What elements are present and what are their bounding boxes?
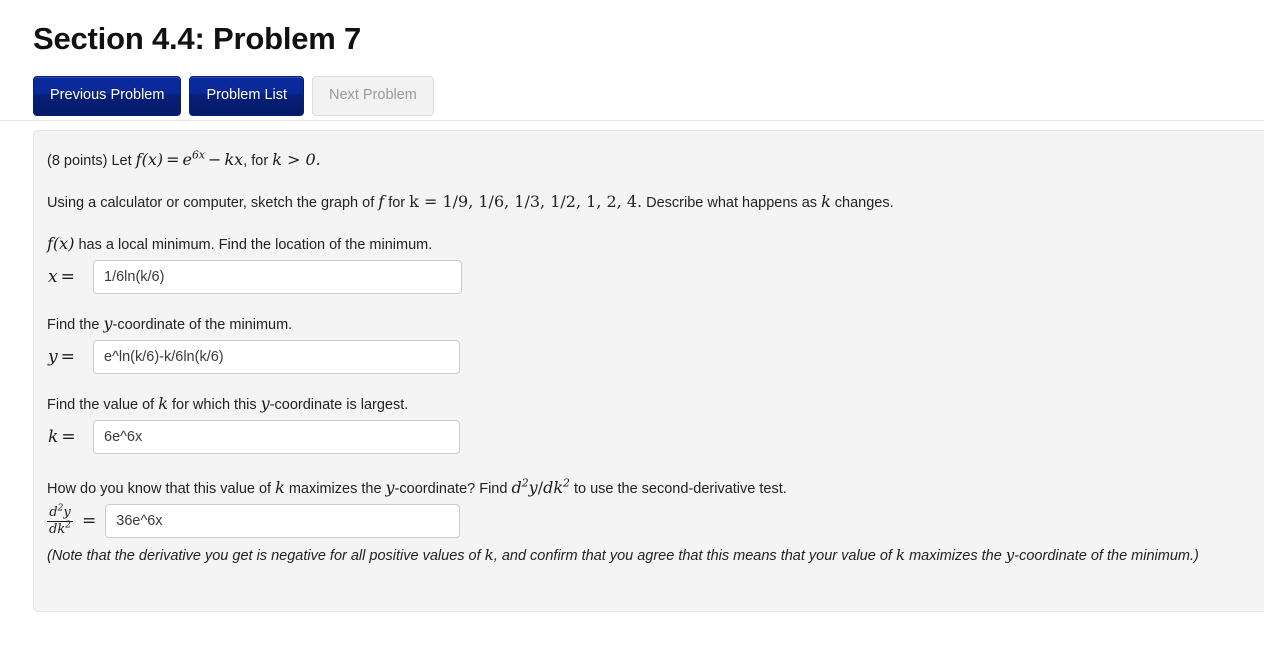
fraction-denominator: dk2 bbox=[47, 520, 73, 537]
answer-row-y: y = bbox=[47, 340, 1244, 375]
question-2-text: Find the y-coordinate of the minimum. bbox=[47, 312, 1244, 336]
q3-text-mid: for which this bbox=[171, 397, 257, 414]
q4-text-before: How do you know that this value of bbox=[47, 481, 272, 498]
note-y-symbol: y bbox=[1005, 546, 1015, 565]
q4-text-mid2: -coordinate? Find bbox=[394, 481, 508, 498]
question-3-text: Find the value of k for which this y-coo… bbox=[47, 392, 1244, 416]
problem-panel: (8 points) Let f(x) = e6x − kx, for k > 0. U… bbox=[33, 130, 1264, 613]
sketch-changes: changes. bbox=[834, 195, 894, 212]
question-4-text: How do you know that this value of k max… bbox=[47, 476, 1244, 500]
k-answer-input[interactable] bbox=[93, 420, 460, 455]
q1-function: f(x) bbox=[47, 234, 75, 254]
hint-note: (Note that the derivative you get is neg… bbox=[47, 544, 1242, 568]
second-derivative-equals: = bbox=[82, 511, 97, 532]
next-problem-button: Next Problem bbox=[312, 76, 434, 116]
sketch-k-values: k = 1/9, 1/6, 1/3, 1/2, 1, 2, 4. bbox=[409, 192, 643, 212]
fraction-numerator: d2y bbox=[49, 503, 71, 521]
answer-row-x: x = bbox=[47, 260, 1244, 295]
k-answer-label: k = bbox=[48, 427, 76, 448]
answer-row-k: k = bbox=[47, 420, 1244, 455]
x-answer-input[interactable] bbox=[93, 260, 462, 295]
problem-list-button[interactable]: Problem List bbox=[189, 76, 305, 116]
problem-navigation-bar: Previous Problem Problem List Next Probl… bbox=[0, 57, 1264, 120]
k-condition: k > 0. bbox=[272, 150, 321, 170]
q1-label: has a local minimum. Find the location o… bbox=[78, 237, 433, 254]
for-text: , for bbox=[243, 153, 269, 170]
previous-problem-button[interactable]: Previous Problem bbox=[33, 76, 182, 116]
q3-text-after: -coordinate is largest. bbox=[269, 397, 409, 414]
q3-y-symbol: y bbox=[260, 394, 270, 414]
points-prefix: (8 points) Let bbox=[47, 153, 132, 170]
sketch-text-before: Using a calculator or computer, sketch t… bbox=[47, 195, 375, 212]
x-answer-label: x = bbox=[48, 267, 75, 288]
q2-text-after: -coordinate of the minimum. bbox=[112, 317, 293, 334]
q3-text-before: Find the value of bbox=[47, 397, 155, 414]
q4-second-derivative: d2y/dk2 bbox=[511, 476, 570, 498]
sketch-text-after: Describe what happens as bbox=[646, 195, 818, 212]
note-part-4: -coordinate of the minimum.) bbox=[1014, 548, 1199, 565]
sketch-function: f bbox=[378, 192, 385, 212]
question-1-text: f(x) has a local minimum. Find the locat… bbox=[47, 232, 1244, 256]
note-k-symbol-2: k bbox=[895, 546, 906, 565]
q2-text-before: Find the bbox=[47, 317, 100, 334]
sketch-for: for bbox=[388, 195, 406, 212]
q3-k-symbol: k bbox=[158, 394, 168, 414]
note-part-2: , and confirm that you agree that this m… bbox=[493, 548, 892, 565]
second-derivative-input[interactable] bbox=[105, 504, 461, 539]
problem-page: Section 4.4: Problem 7 Previous Problem … bbox=[0, 0, 1264, 613]
problem-statement-line-2: Using a calculator or computer, sketch t… bbox=[47, 190, 1244, 214]
note-part-1: (Note that the derivative you get is neg… bbox=[47, 548, 481, 565]
problem-statement-line-1: (8 points) Let f(x) = e6x − kx, for k > 0. bbox=[47, 148, 1244, 172]
y-answer-label: y = bbox=[48, 347, 75, 368]
page-title: Section 4.4: Problem 7 bbox=[33, 21, 362, 56]
q4-text-mid: maximizes the bbox=[288, 481, 382, 498]
q4-y-symbol: y bbox=[385, 478, 395, 498]
function-definition: f(x) = e6x − kx bbox=[135, 148, 244, 170]
note-k-symbol-1: k bbox=[484, 546, 494, 565]
sketch-k-symbol: k bbox=[821, 192, 831, 212]
note-part-3: maximizes the bbox=[909, 548, 1002, 565]
y-answer-input[interactable] bbox=[93, 340, 460, 375]
q4-k-symbol: k bbox=[275, 478, 285, 498]
answer-row-second-derivative: d2y dk2 = bbox=[47, 503, 1244, 539]
q4-text-after: to use the second-derivative test. bbox=[573, 481, 787, 498]
nav-divider bbox=[0, 120, 1264, 122]
second-derivative-fraction-label: d2y dk2 bbox=[47, 503, 73, 537]
